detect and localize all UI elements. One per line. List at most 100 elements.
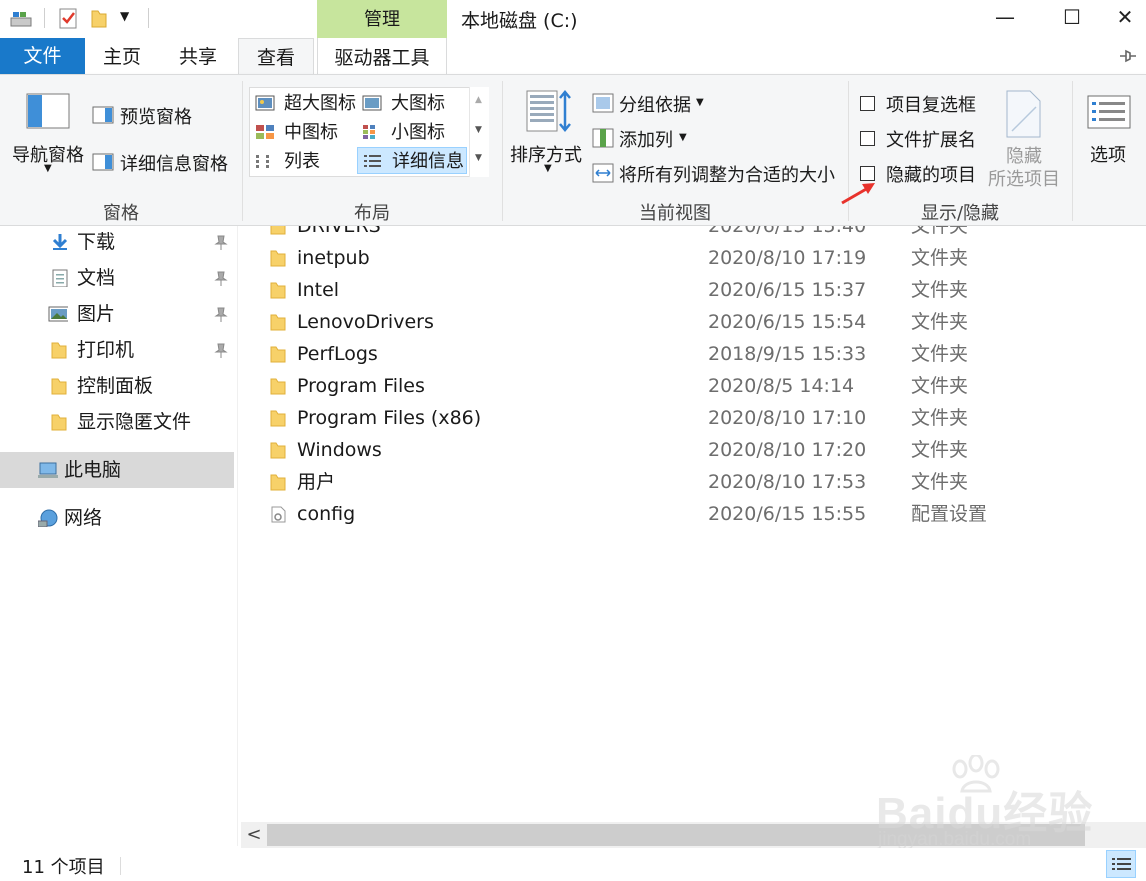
file-name: config xyxy=(297,503,356,525)
layout-medium-icons[interactable]: 中图标 xyxy=(250,119,358,146)
small-icons-icon xyxy=(363,125,375,139)
nav-item-this-pc[interactable]: 此电脑 xyxy=(0,452,234,488)
large-icons-icon xyxy=(362,95,382,111)
tab-drive-tools[interactable]: 驱动器工具 xyxy=(317,38,447,74)
file-row[interactable]: Program Files 2020/8/5 14:14 文件夹 xyxy=(238,370,1146,402)
computer-icon xyxy=(38,462,58,478)
folder-icon xyxy=(270,410,286,427)
layout-gallery: 超大图标 大图标 中图标 小图标 列表 详细信息 xyxy=(249,87,489,177)
gallery-expand-icon[interactable]: ▼ xyxy=(475,153,482,163)
details-view-toggle-icon[interactable] xyxy=(1106,850,1136,878)
hide-selected-items-icon xyxy=(1006,90,1041,138)
tab-share[interactable]: 共享 xyxy=(163,38,233,74)
qat-dropdown-icon[interactable]: ▼ xyxy=(120,9,129,23)
layout-details[interactable]: 详细信息 xyxy=(357,147,467,174)
size-all-columns-button[interactable]: 将所有列调整为合适的大小 xyxy=(619,161,835,187)
network-icon xyxy=(38,509,58,527)
chevron-down-icon[interactable]: ▼ xyxy=(679,132,687,143)
baidu-watermark: Baidu经验 jingyan.baidu.com xyxy=(870,755,1100,855)
file-name: 用户 xyxy=(297,471,336,493)
nav-label: 打印机 xyxy=(77,339,135,361)
details-pane-button[interactable]: 详细信息窗格 xyxy=(120,150,228,176)
pin-icon[interactable] xyxy=(214,342,228,358)
tab-file[interactable]: 文件 xyxy=(0,38,85,74)
new-folder-icon[interactable] xyxy=(90,7,108,29)
chevron-down-icon[interactable]: ▼ xyxy=(44,163,52,174)
group-label-show-hide: 显示/隐藏 xyxy=(920,203,1000,224)
hide-selected-button-line2[interactable]: 所选项目 xyxy=(988,165,1060,191)
nav-item-network[interactable]: 网络 xyxy=(0,500,234,536)
group-label-current-view: 当前视图 xyxy=(639,203,711,224)
properties-icon[interactable] xyxy=(58,6,78,30)
file-row[interactable]: config 2020/6/15 15:55 配置设置 xyxy=(238,498,1146,530)
tab-home[interactable]: 主页 xyxy=(88,38,156,74)
file-row[interactable]: Intel 2020/6/15 15:37 文件夹 xyxy=(238,274,1146,306)
details-pane-icon xyxy=(92,153,114,171)
ribbon: 导航窗格 ▼ 预览窗格 详细信息窗格 窗格 超大图标 大图标 中图标 小图标 列… xyxy=(0,74,1146,226)
nav-item-pictures[interactable]: 图片 xyxy=(0,296,234,332)
pin-ribbon-icon[interactable] xyxy=(1118,46,1138,66)
layout-extra-large-icons[interactable]: 超大图标 xyxy=(250,90,358,117)
preview-pane-icon xyxy=(92,106,114,124)
file-extensions-checkbox[interactable] xyxy=(860,131,875,146)
preview-pane-button[interactable]: 预览窗格 xyxy=(120,103,192,129)
qat-separator xyxy=(148,8,149,28)
tab-view[interactable]: 查看 xyxy=(238,38,314,75)
minimize-button[interactable]: — xyxy=(976,0,1034,36)
file-name: PerfLogs xyxy=(297,343,378,365)
pin-icon[interactable] xyxy=(214,306,228,322)
group-by-icon xyxy=(592,93,614,113)
add-column-button[interactable]: 添加列 xyxy=(619,126,673,152)
status-separator xyxy=(120,857,121,875)
file-row[interactable]: 用户 2020/8/10 17:53 文件夹 xyxy=(238,466,1146,498)
context-tab-manage[interactable]: 管理 xyxy=(317,0,447,38)
layout-list[interactable]: 列表 xyxy=(250,148,358,175)
file-row[interactable]: LenovoDrivers 2020/6/15 15:54 文件夹 xyxy=(238,306,1146,338)
scroll-left-icon[interactable]: < xyxy=(241,822,267,848)
layout-gallery-scroll[interactable]: ▲ ▼ ▼ xyxy=(469,87,489,177)
extra-large-icons-icon xyxy=(255,95,275,111)
chevron-down-icon[interactable]: ▼ xyxy=(544,163,552,174)
file-row[interactable]: Program Files (x86) 2020/8/10 17:10 文件夹 xyxy=(238,402,1146,434)
folder-icon xyxy=(270,378,286,395)
file-name: Program Files xyxy=(297,375,425,397)
file-row[interactable]: inetpub 2020/8/10 17:19 文件夹 xyxy=(238,242,1146,274)
nav-item-downloads[interactable]: 下载 xyxy=(0,224,234,260)
hidden-items-label: 隐藏的项目 xyxy=(886,165,976,186)
close-button[interactable]: ✕ xyxy=(1104,0,1146,36)
nav-item-show-hidden-files[interactable]: 显示隐匿文件 xyxy=(0,404,234,440)
folder-icon xyxy=(270,474,286,491)
nav-item-printer[interactable]: 打印机 xyxy=(0,332,234,368)
drive-icon[interactable] xyxy=(10,9,32,29)
file-type: 文件夹 xyxy=(911,279,969,301)
file-row[interactable]: DRIVERS 2020/6/15 15:40 文件夹 xyxy=(238,226,1146,242)
folder-icon xyxy=(51,378,67,395)
item-checkboxes-checkbox[interactable] xyxy=(860,96,875,111)
options-button[interactable]: 选项 xyxy=(1090,141,1126,167)
layout-large-icons[interactable]: 大图标 xyxy=(357,90,465,117)
file-row[interactable]: Windows 2020/8/10 17:20 文件夹 xyxy=(238,434,1146,466)
file-date: 2020/8/10 17:20 xyxy=(708,439,867,461)
group-label-panes: 窗格 xyxy=(103,203,139,224)
hidden-items-checkbox[interactable] xyxy=(860,166,875,181)
nav-item-control-panel[interactable]: 控制面板 xyxy=(0,368,234,404)
scroll-up-icon[interactable]: ▲ xyxy=(475,95,482,105)
file-list: DRIVERS 2020/6/15 15:40 文件夹 inetpub 2020… xyxy=(238,226,1146,822)
annotation-arrow-icon xyxy=(841,183,875,205)
file-extensions-label: 文件扩展名 xyxy=(886,130,976,151)
pin-icon[interactable] xyxy=(214,234,228,250)
size-all-columns-icon xyxy=(592,163,614,183)
maximize-button[interactable]: ☐ xyxy=(1043,0,1101,36)
file-date: 2020/6/15 15:54 xyxy=(708,311,867,333)
file-date: 2020/8/5 14:14 xyxy=(708,375,855,397)
nav-item-documents[interactable]: 文档 xyxy=(0,260,234,296)
folder-icon xyxy=(270,346,286,363)
file-row[interactable]: PerfLogs 2018/9/15 15:33 文件夹 xyxy=(238,338,1146,370)
details-view-icon xyxy=(364,155,381,167)
scroll-down-icon[interactable]: ▼ xyxy=(475,125,482,135)
pin-icon[interactable] xyxy=(214,270,228,286)
chevron-down-icon[interactable]: ▼ xyxy=(696,97,704,108)
layout-small-icons[interactable]: 小图标 xyxy=(357,119,465,146)
group-by-button[interactable]: 分组依据 xyxy=(619,91,691,117)
qat-separator xyxy=(44,8,45,28)
